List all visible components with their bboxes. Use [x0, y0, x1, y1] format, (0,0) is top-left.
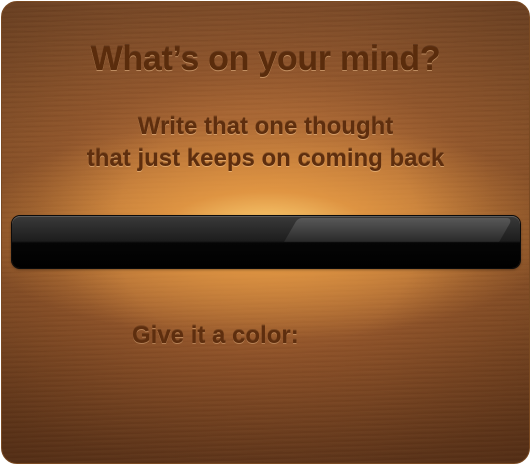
thought-input[interactable] [12, 216, 520, 268]
thought-input-frame[interactable] [12, 216, 520, 268]
wood-panel: What’s on your mind? Write that one thou… [1, 1, 530, 464]
prompt-line-1: Write that one thought [137, 113, 394, 140]
page-title: What’s on your mind? [90, 40, 441, 78]
prompt-text: Write that one thought that just keeps o… [2, 111, 529, 175]
color-picker-label: Give it a color: [132, 322, 299, 349]
prompt-line-2: that just keeps on coming back [86, 145, 445, 172]
